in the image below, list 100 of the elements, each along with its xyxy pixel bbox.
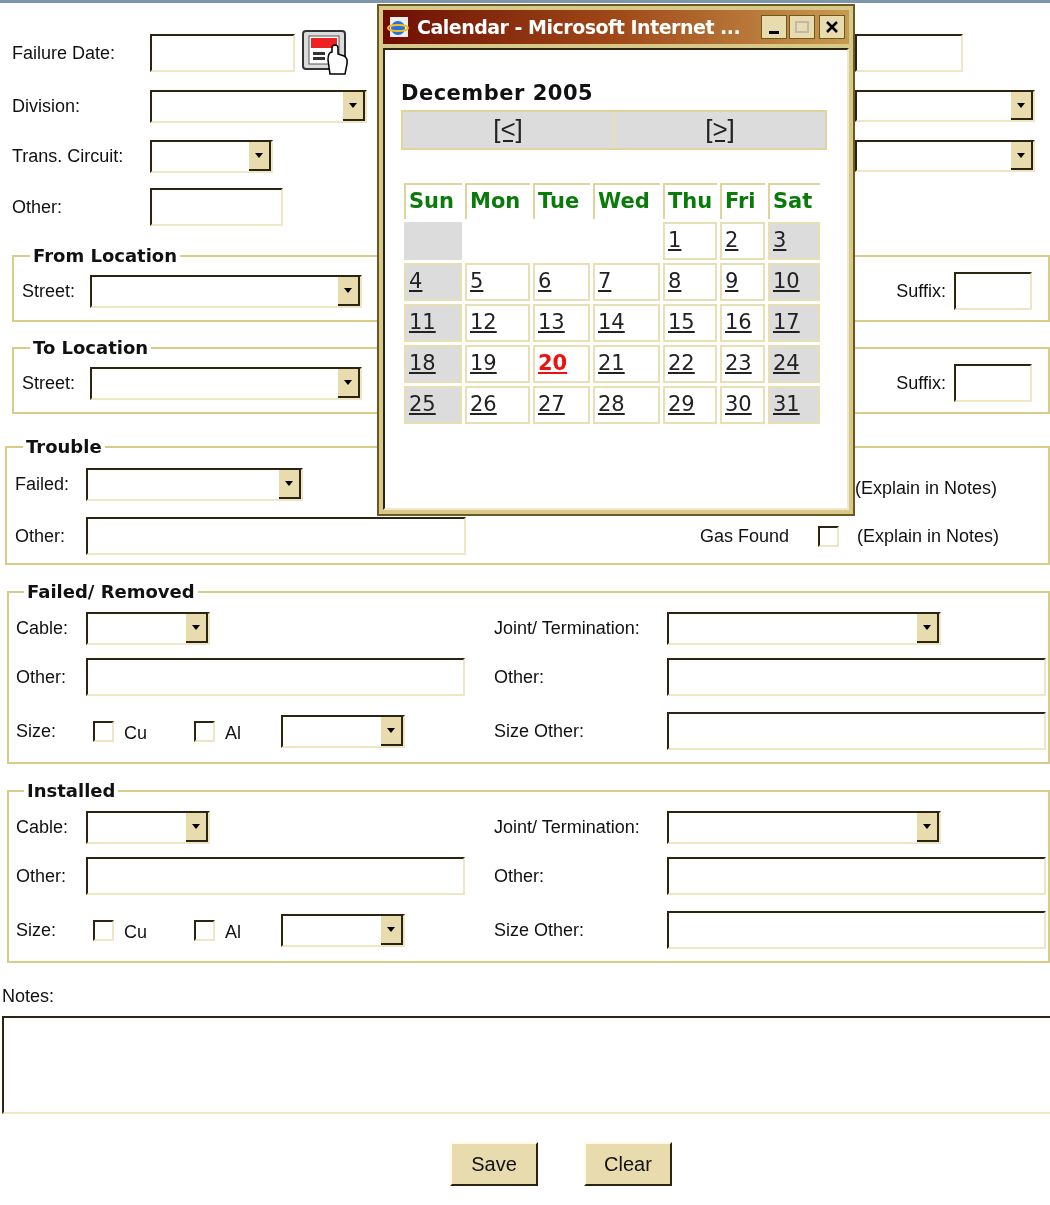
field-label: Cu (124, 920, 147, 944)
nav-link[interactable]: [>] (615, 111, 825, 148)
field-label: Gas Found (700, 524, 791, 548)
select-field[interactable] (90, 274, 362, 308)
group-title: Trouble (25, 435, 103, 459)
input-field[interactable] (667, 911, 1046, 949)
notes-field[interactable] (2, 1016, 1050, 1114)
form-button[interactable]: Save (450, 1142, 538, 1186)
calendar-day[interactable]: 18 (404, 344, 462, 383)
calendar-day[interactable]: 22 (663, 344, 717, 383)
field-label: Failure Date: (12, 41, 117, 65)
calendar-day[interactable]: 20 (533, 344, 590, 383)
input-field[interactable] (667, 712, 1046, 750)
select-field[interactable] (281, 714, 405, 748)
calendar-day[interactable]: 19 (465, 344, 530, 383)
calendar-day[interactable]: 28 (593, 385, 660, 424)
minimize-button[interactable] (761, 15, 787, 39)
calendar-day[interactable]: 5 (465, 262, 530, 301)
checkbox[interactable] (194, 919, 215, 941)
calendar-day[interactable]: 12 (465, 303, 530, 342)
input-field[interactable] (86, 857, 465, 895)
field-label: Cu (124, 721, 147, 745)
calendar-day[interactable]: 21 (593, 344, 660, 383)
input-field[interactable] (954, 272, 1032, 310)
calendar-day[interactable]: 8 (663, 262, 717, 301)
calendar-day[interactable]: 26 (465, 385, 530, 424)
calendar-icon[interactable] (302, 30, 350, 76)
calendar-day[interactable]: 6 (533, 262, 590, 301)
field-label: Street: (22, 279, 77, 303)
calendar-day[interactable]: 15 (663, 303, 717, 342)
calendar-day[interactable]: 31 (768, 385, 820, 424)
close-icon (825, 21, 839, 33)
calendar-day[interactable]: 16 (720, 303, 765, 342)
calendar-day[interactable]: 30 (720, 385, 765, 424)
checkbox[interactable] (194, 720, 215, 742)
field-label: (Explain in Notes) (857, 524, 1000, 548)
field-label: Trans. Circuit: (12, 144, 125, 168)
select-field[interactable] (667, 810, 941, 844)
calendar-day[interactable]: 13 (533, 303, 590, 342)
calendar-day[interactable]: 9 (720, 262, 765, 301)
calendar-day[interactable]: 24 (768, 344, 820, 383)
input-field[interactable] (667, 658, 1046, 696)
calendar-day[interactable]: 1 (663, 221, 717, 260)
group-title: Failed/ Removed (26, 580, 196, 604)
form-button[interactable]: Clear (584, 1142, 672, 1186)
select-field[interactable] (281, 913, 405, 947)
field-label: Size Other: (494, 719, 586, 743)
weekday-header: Sat (768, 182, 820, 219)
field-label: Cable: (16, 815, 70, 839)
nav-link[interactable]: [<] (403, 111, 615, 148)
calendar-day[interactable]: 10 (768, 262, 820, 301)
select-field[interactable] (667, 611, 941, 645)
field-label: Street: (22, 371, 77, 395)
field-label: Suffix: (896, 371, 946, 395)
field-label: Size: (16, 719, 58, 743)
select-field[interactable] (86, 468, 303, 501)
calendar-day[interactable]: 11 (404, 303, 462, 342)
checkbox[interactable] (818, 525, 839, 547)
group-title: Installed (26, 779, 117, 803)
maximize-icon (795, 21, 809, 33)
group-title: To Location (32, 336, 150, 360)
calendar-day[interactable]: 7 (593, 262, 660, 301)
select-field[interactable] (86, 611, 210, 645)
select-field[interactable] (86, 810, 210, 844)
field-label: Other: (494, 864, 546, 888)
weekday-header: Mon (465, 182, 530, 219)
calendar-day[interactable]: 23 (720, 344, 765, 383)
input-field[interactable] (667, 857, 1046, 895)
field-label: Size Other: (494, 918, 586, 942)
month-title: December 2005 (401, 80, 595, 107)
field-label: Al (225, 920, 241, 944)
input-field[interactable] (86, 517, 466, 555)
calendar-day[interactable]: 4 (404, 262, 462, 301)
input-field[interactable] (954, 364, 1032, 402)
select-field[interactable] (90, 366, 362, 400)
close-button[interactable] (819, 15, 845, 39)
field-label: Joint/ Termination: (494, 815, 641, 839)
input-field[interactable] (86, 658, 465, 696)
input-field[interactable] (855, 34, 963, 72)
calendar-day[interactable]: 3 (768, 221, 820, 260)
input-field[interactable] (150, 188, 283, 226)
field-label: Cable: (16, 616, 70, 640)
calendar-day[interactable]: 17 (768, 303, 820, 342)
calendar-day[interactable]: 2 (720, 221, 765, 260)
maximize-button[interactable] (789, 15, 815, 39)
calendar-day[interactable]: 14 (593, 303, 660, 342)
window-title: Calendar - Microsoft Internet ... (417, 14, 741, 40)
select-field[interactable] (855, 140, 1035, 172)
field-label: Other: (12, 195, 64, 219)
calendar-day[interactable]: 27 (533, 385, 590, 424)
select-field[interactable] (150, 139, 273, 173)
field-label: Notes: (2, 986, 55, 1006)
select-field[interactable] (855, 90, 1035, 122)
select-field[interactable] (150, 89, 367, 123)
field-label: (Explain in Notes) (855, 477, 998, 500)
input-field[interactable] (150, 34, 295, 72)
calendar-day[interactable]: 25 (404, 385, 462, 424)
checkbox[interactable] (93, 720, 114, 742)
checkbox[interactable] (93, 919, 114, 941)
calendar-day[interactable]: 29 (663, 385, 717, 424)
